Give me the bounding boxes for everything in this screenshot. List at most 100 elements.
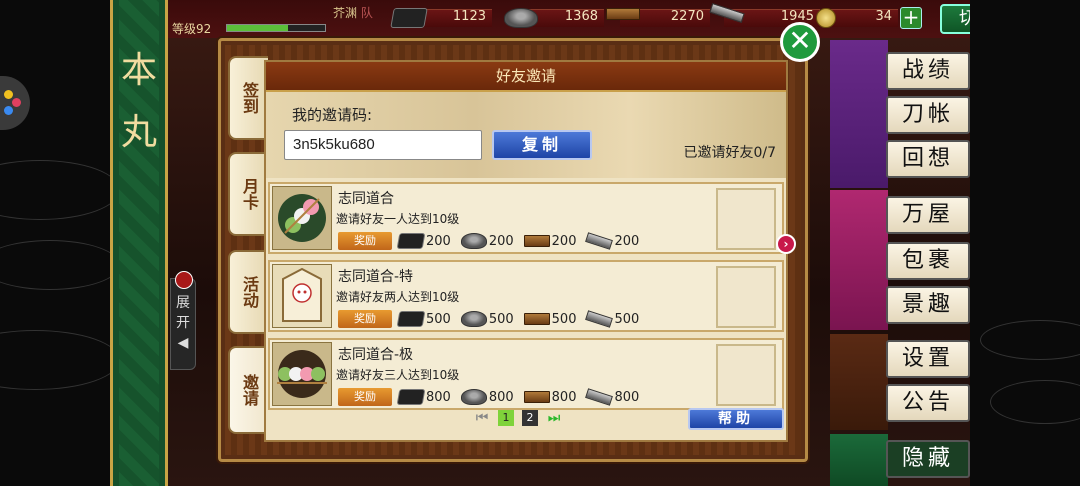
- menu-hide-button[interactable]: 隐藏: [886, 440, 970, 478]
- reward-items: 800 800 800 800: [396, 387, 640, 407]
- coolant-icon: [460, 389, 487, 405]
- tab-invite[interactable]: 邀请: [228, 346, 268, 434]
- reward-claim-slot[interactable]: [716, 344, 776, 406]
- steel-icon: [585, 232, 614, 250]
- menu-scenery-button[interactable]: 景趣: [886, 286, 970, 324]
- dot: [4, 90, 13, 99]
- tab-events[interactable]: 活动: [228, 250, 268, 334]
- invite-panel: 好友邀请 我的邀请码: 3n5k5ku680 复制 已邀请好友0/7 志同道合 …: [264, 60, 788, 442]
- reward-amount: 500: [614, 311, 640, 327]
- help-button[interactable]: 帮助: [688, 408, 784, 430]
- menu-section-records: 战绩 刀帐 回想: [830, 40, 970, 188]
- resource-value: 1123: [452, 9, 486, 24]
- reward-items: 500 500 500 500: [396, 309, 640, 329]
- menu-record-button[interactable]: 战绩: [886, 52, 970, 90]
- menu-shop-button[interactable]: 万屋: [886, 196, 970, 234]
- tab-monthly-card[interactable]: 月卡: [228, 152, 268, 236]
- dot: [4, 106, 13, 115]
- reward-amount: 200: [426, 233, 451, 249]
- reward-row: 志同道合 邀请好友一人达到10级 奖励 200 200 200 200: [268, 182, 784, 254]
- coolant-icon: [504, 8, 538, 28]
- coolant-icon: [460, 311, 487, 327]
- right-margin: [970, 0, 1080, 486]
- whetstone-icon: [523, 313, 550, 325]
- invite-code-area: 我的邀请码: 3n5k5ku680 复制 已邀请好友0/7: [266, 92, 786, 178]
- expand-label: 展开◀: [176, 295, 190, 351]
- floating-assistant-icon[interactable]: [0, 76, 30, 130]
- menu-notice-button[interactable]: 公告: [886, 384, 970, 422]
- coolant-icon: [460, 233, 487, 249]
- reward-name: 志同道合-特: [338, 269, 414, 285]
- menu-section-hide: 隐藏: [830, 434, 970, 486]
- menu-sword-list-button[interactable]: 刀帐: [886, 96, 970, 134]
- reward-amount: 200: [551, 233, 577, 249]
- top-status-bar: 芥渊 队 等级92 1123 1368 2270 1945 34 + 切换 !: [166, 0, 970, 38]
- tab-label: 月卡: [240, 178, 259, 210]
- dango-icon: [272, 342, 332, 406]
- dango-icon: [272, 186, 332, 250]
- honmaru-banner: 本丸: [110, 0, 168, 486]
- resource-coolant: 1368: [504, 6, 604, 30]
- resource-value: 34: [875, 9, 892, 24]
- copy-button[interactable]: 复制: [492, 130, 592, 160]
- resource-value: 2270: [670, 9, 704, 24]
- menu-settings-button[interactable]: 设置: [886, 340, 970, 378]
- menu-inventory-button[interactable]: 包裹: [886, 242, 970, 280]
- reward-amount: 800: [614, 389, 640, 405]
- swirl-decoration: [0, 330, 120, 390]
- swirl-decoration: [0, 160, 120, 220]
- charcoal-icon: [396, 233, 426, 249]
- reward-items: 200 200 200 200: [396, 231, 640, 251]
- banner-title: 本丸: [120, 50, 157, 153]
- reward-amount: 800: [551, 389, 577, 405]
- reward-amount: 200: [614, 233, 640, 249]
- reward-description: 邀请好友两人达到10级: [336, 290, 460, 304]
- player-name: 芥渊 队: [333, 6, 373, 20]
- resource-value: 1368: [564, 9, 598, 24]
- swirl-decoration: [980, 320, 1080, 360]
- tab-label: 活动: [240, 276, 259, 308]
- swirl-decoration: [0, 240, 120, 290]
- ema-plaque-icon: [272, 264, 332, 328]
- expand-button[interactable]: 展开◀: [170, 271, 196, 370]
- dot: [12, 98, 21, 107]
- dialog-title: 好友邀请: [266, 62, 786, 92]
- invite-code-field[interactable]: 3n5k5ku680: [284, 130, 482, 160]
- steel-icon: [585, 310, 614, 328]
- reward-claim-slot[interactable]: [716, 266, 776, 328]
- reward-amount: 800: [488, 389, 514, 405]
- reward-claim-slot[interactable]: [716, 188, 776, 250]
- invited-count: 已邀请好友0/7: [683, 145, 776, 161]
- game-area: 芥渊 队 等级92 1123 1368 2270 1945 34 + 切换 !: [110, 0, 970, 486]
- switch-label: 切换: [959, 8, 970, 29]
- charcoal-icon: [390, 8, 428, 28]
- swirl-decoration: [990, 380, 1080, 424]
- page-2-button[interactable]: 2: [522, 410, 538, 426]
- reward-amount: 500: [488, 311, 514, 327]
- close-button[interactable]: ✕: [780, 22, 820, 62]
- invite-code-label: 我的邀请码:: [292, 106, 373, 124]
- resource-charcoal: 1123: [390, 6, 492, 30]
- menu-section-shop: 万屋 包裹 景趣: [830, 190, 970, 330]
- reward-amount: 500: [551, 311, 577, 327]
- reward-description: 邀请好友三人达到10级: [336, 368, 460, 382]
- whetstone-icon: [523, 235, 550, 247]
- first-page-icon[interactable]: ⏮: [474, 410, 490, 426]
- whetstone-icon: [523, 391, 550, 403]
- koban-icon: [816, 8, 836, 28]
- reward-amount: 800: [426, 389, 451, 405]
- tab-sign-in[interactable]: 签到: [228, 56, 268, 140]
- reward-tag: 奖励: [338, 388, 392, 406]
- tab-label: 签到: [240, 82, 259, 114]
- reward-name: 志同道合: [338, 191, 394, 207]
- resource-whetstone: 2270: [606, 6, 710, 30]
- switch-button[interactable]: 切换 !: [940, 4, 970, 34]
- page-1-button[interactable]: 1: [498, 410, 514, 426]
- last-page-icon[interactable]: ⏭: [546, 410, 562, 426]
- add-currency-button[interactable]: +: [900, 7, 922, 29]
- reward-row: 志同道合-极 邀请好友三人达到10级 奖励 800 800 800 800: [268, 338, 784, 410]
- menu-recollection-button[interactable]: 回想: [886, 140, 970, 178]
- menu-section-settings: 设置 公告: [830, 334, 970, 430]
- next-page-arrow-icon[interactable]: ›: [776, 234, 796, 254]
- hp-bar: [226, 24, 326, 32]
